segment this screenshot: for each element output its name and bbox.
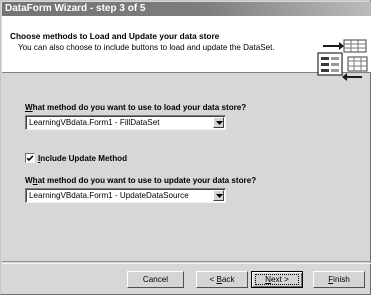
update-method-label-prefix: W	[25, 176, 33, 185]
footer-separator	[2, 261, 371, 264]
chevron-down-icon[interactable]	[213, 190, 224, 201]
include-update-checkbox[interactable]	[25, 153, 35, 163]
include-update-label: Include Update Method	[38, 152, 127, 165]
update-method-dropdown[interactable]: LearningVBdata.Form1 - UpdateDataSource	[25, 188, 226, 203]
header-subtitle: You can also choose to include buttons t…	[18, 43, 275, 52]
cancel-button[interactable]: Cancel	[127, 271, 184, 288]
update-method-label-text: at method do you want to use to update y…	[37, 176, 257, 185]
next-button-text: ext >	[271, 275, 289, 284]
load-method-label: What method do you want to use to load y…	[25, 103, 246, 112]
finish-button-text: inish	[333, 275, 350, 284]
check-icon	[26, 155, 34, 162]
back-button[interactable]: < Back	[196, 271, 248, 288]
update-method-value: LearningVBdata.Form1 - UpdateDataSource	[29, 191, 189, 200]
next-button[interactable]: Next >	[251, 271, 303, 288]
dataform-wizard-window: DataForm Wizard - step 3 of 5 Choose met…	[0, 0, 371, 295]
header-title: Choose methods to Load and Update your d…	[10, 31, 220, 41]
window-title: DataForm Wizard - step 3 of 5	[5, 3, 146, 14]
load-method-dropdown[interactable]: LearningVBdata.Form1 - FillDataSet	[25, 115, 226, 130]
load-method-value: LearningVBdata.Form1 - FillDataSet	[29, 118, 160, 127]
include-update-label-text: nclude Update Method	[40, 154, 128, 163]
finish-button[interactable]: Finish	[313, 271, 365, 288]
cancel-button-label: Cancel	[142, 275, 169, 284]
wizard-header: Choose methods to Load and Update your d…	[2, 16, 371, 81]
load-method-label-text: hat method do you want to use to load yo…	[32, 103, 247, 112]
update-method-label: What method do you want to use to update…	[25, 176, 256, 185]
back-button-text: ack	[221, 275, 235, 284]
data-form-wizard-graphic-icon	[314, 37, 369, 83]
title-bar: DataForm Wizard - step 3 of 5	[2, 2, 371, 16]
chevron-down-icon[interactable]	[213, 117, 224, 128]
load-method-label-accel: W	[25, 103, 33, 112]
